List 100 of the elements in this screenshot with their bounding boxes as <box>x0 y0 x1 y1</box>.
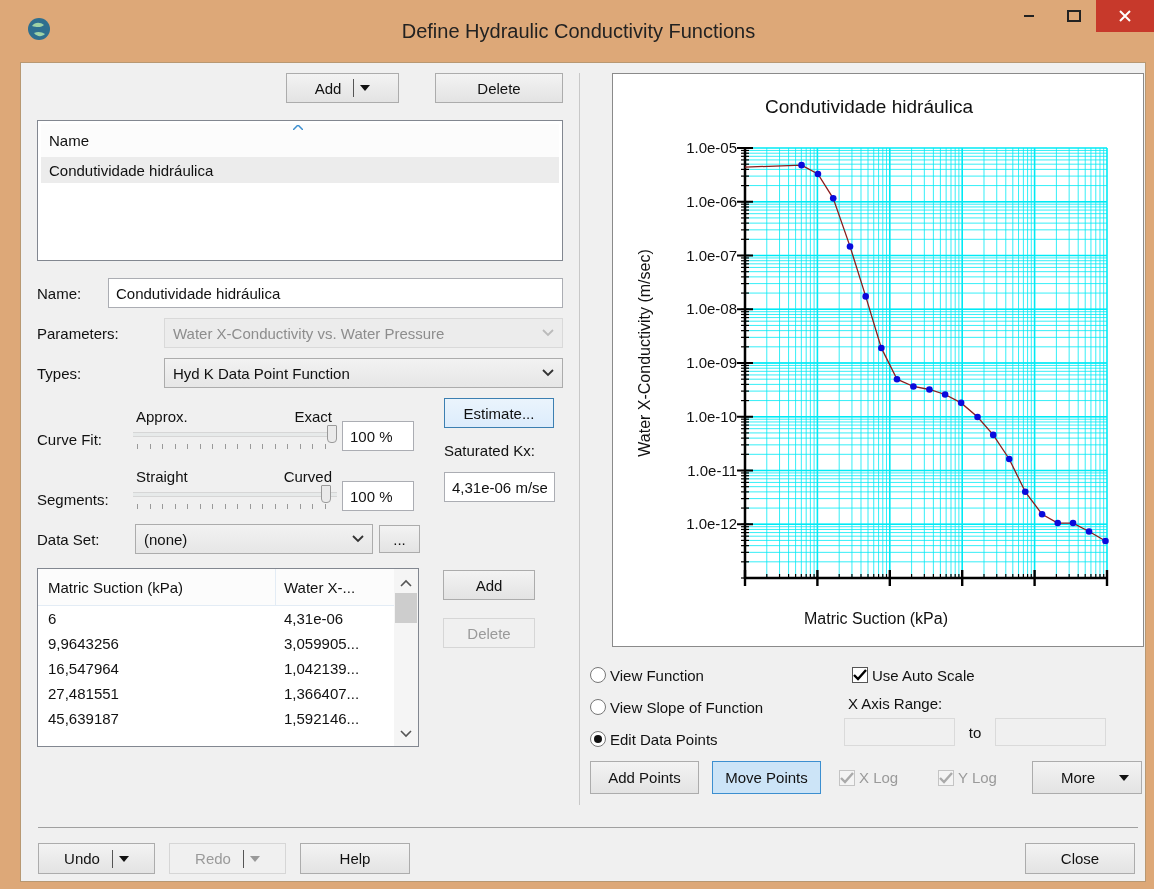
field-label: Saturated Kx: <box>444 442 535 459</box>
column-header[interactable]: Name <box>41 132 89 149</box>
data-point[interactable] <box>1005 455 1013 463</box>
column-header[interactable]: Water X-... <box>276 578 356 596</box>
data-point[interactable] <box>829 195 837 202</box>
list-item[interactable]: Condutividade hidráulica <box>41 157 559 183</box>
field-label: Types: <box>37 364 83 382</box>
field-label: Segments: <box>37 491 110 510</box>
y-tick-label: 1.0e-10 <box>686 407 737 425</box>
dropdown[interactable]: Hyd K Data Point Function <box>164 358 563 388</box>
y-tick-label: 1.0e-06 <box>686 192 737 210</box>
checkbox-option[interactable]: Use Auto Scale <box>852 665 1106 685</box>
data-point[interactable] <box>1102 537 1109 545</box>
slider-thumb[interactable] <box>321 485 332 503</box>
table-cell-text: 1,366407... <box>283 685 360 702</box>
delete-button[interactable]: Delete <box>435 73 563 103</box>
percent-field[interactable]: 100 % <box>342 481 414 511</box>
y-tick-label: 1.0e-05 <box>686 139 737 156</box>
caret-icon <box>1119 774 1130 781</box>
data-point[interactable] <box>1022 488 1029 496</box>
add-points-button[interactable]: Add Points <box>590 761 699 794</box>
chevron-icon <box>542 369 554 377</box>
caret-icon <box>118 855 129 862</box>
slider-max-label: Curved <box>283 468 332 485</box>
add-split-button[interactable]: Add <box>286 73 399 103</box>
data-point[interactable] <box>814 170 822 178</box>
minimize-icon <box>1023 15 1034 17</box>
chart-title: Condutividade hidráulica <box>764 96 974 117</box>
table-cell-text: 45,639187 <box>47 710 120 727</box>
split-button[interactable]: Undo <box>38 843 155 874</box>
close-dialog-button[interactable]: Close <box>1025 843 1135 874</box>
slider-max-label: Exact <box>294 408 332 425</box>
data-point[interactable] <box>1085 528 1093 535</box>
y-tick-label: 1.0e-09 <box>686 354 737 371</box>
checkmark-icon <box>840 771 854 784</box>
caret-icon <box>249 855 260 862</box>
field-label: Name: <box>37 284 83 302</box>
table-cell-text: 16,547964 <box>47 660 120 677</box>
x-axis-label: Matric Suction (kPa) <box>804 610 948 627</box>
data-point[interactable] <box>798 161 805 169</box>
slider-min-label: Approx. <box>136 408 188 425</box>
globe-icon <box>27 17 51 41</box>
y-axis-label: Water X-Conductivity (m/sec) <box>636 249 653 457</box>
slider-thumb[interactable] <box>327 425 337 443</box>
scroll-thumb[interactable] <box>395 593 417 623</box>
table-cell-text: 9,9643256 <box>47 635 120 652</box>
radio-option[interactable]: View Function <box>590 665 704 685</box>
table-cell-text: 6 <box>47 610 58 627</box>
data-point[interactable] <box>878 344 885 352</box>
add-button[interactable]: Add <box>443 570 535 600</box>
field-label: X Axis Range: <box>848 695 944 712</box>
y-tick-label: 1.0e-08 <box>686 300 737 318</box>
saturated-kx-field[interactable]: 4,31e-06 m/se <box>444 472 555 502</box>
move-points-button[interactable]: Move Points <box>712 761 821 794</box>
dropdown[interactable]: (none) <box>135 524 373 554</box>
data-point[interactable] <box>910 383 917 390</box>
data-point[interactable] <box>846 243 854 250</box>
browse-button[interactable]: ... <box>379 525 420 553</box>
data-point[interactable] <box>941 391 949 398</box>
checkmark-icon <box>853 669 867 681</box>
estimate-button[interactable]: Estimate... <box>444 398 554 428</box>
more-split-button[interactable]: More <box>1032 761 1142 794</box>
data-point[interactable] <box>1054 519 1062 527</box>
close-icon <box>1119 10 1131 22</box>
data-point[interactable] <box>974 413 981 421</box>
close-button[interactable] <box>1096 0 1154 32</box>
radio-option[interactable]: Edit Data Points <box>590 729 718 749</box>
table-cell-text: 4,31e-06 <box>283 610 344 627</box>
caret-icon <box>360 85 371 91</box>
name-field[interactable]: Condutividade hidráulica <box>108 278 563 308</box>
chevron-icon <box>352 535 364 543</box>
help-button[interactable]: Help <box>300 843 410 874</box>
range-separator: to <box>967 723 983 741</box>
data-point[interactable] <box>1038 511 1046 518</box>
radio-option[interactable]: View Slope of Function <box>590 697 764 717</box>
column-header[interactable]: Matric Suction (kPa) <box>38 569 276 605</box>
data-point[interactable] <box>1069 519 1077 527</box>
field-label: Data Set: <box>37 530 101 548</box>
table-cell-text: 1,042139... <box>283 660 360 677</box>
scroll-up-icon[interactable] <box>400 579 412 587</box>
data-point[interactable] <box>926 386 933 393</box>
y-tick-label: 1.0e-12 <box>686 515 737 533</box>
maximize-icon <box>1066 10 1081 22</box>
y-tick-label: 1.0e-11 <box>687 461 737 479</box>
slider-min-label: Straight <box>136 468 188 485</box>
window-title: Define Hydraulic Conductivity Functions <box>400 19 757 43</box>
scrollbar[interactable] <box>394 569 418 746</box>
table-cell-text: 1,592146... <box>283 710 360 727</box>
table-cell-text: 27,481551 <box>47 685 120 702</box>
data-point[interactable] <box>862 293 869 300</box>
data-point[interactable] <box>893 375 901 383</box>
chevron-icon <box>542 329 554 337</box>
field-label: Parameters: <box>37 324 120 342</box>
data-point[interactable] <box>957 399 965 407</box>
table-cell-text: 3,059905... <box>283 635 360 652</box>
field-label: Curve Fit: <box>37 431 103 450</box>
y-tick-label: 1.0e-07 <box>686 246 737 264</box>
percent-field[interactable]: 100 % <box>342 421 414 451</box>
data-point[interactable] <box>989 431 997 439</box>
scroll-down-icon[interactable] <box>400 730 412 738</box>
